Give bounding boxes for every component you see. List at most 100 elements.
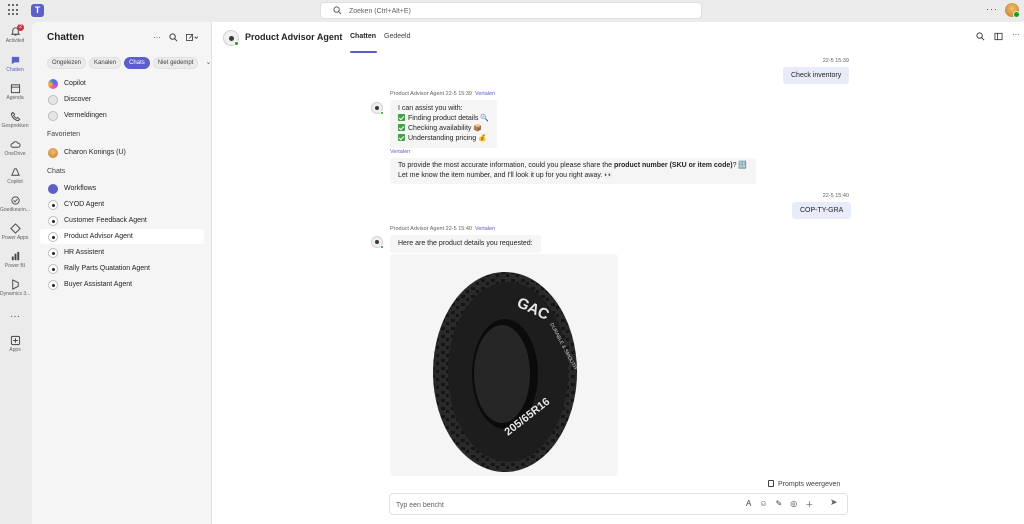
rail-approvals[interactable]: Goedkeurin... [0,195,30,221]
pop-out-icon[interactable] [994,32,1003,41]
search-icon[interactable] [976,32,985,41]
sidebar-item-rally-parts[interactable]: Rally Parts Quatation Agent [40,261,204,276]
sidebar-item-copilot[interactable]: Copilot [40,76,204,91]
sidebar-item-mentions[interactable]: Vermeldingen [40,108,204,123]
sidebar-item-product-advisor[interactable]: Product Advisor Agent [40,229,204,244]
presence-indicator [380,111,384,115]
pane-title: Chatten [47,32,85,43]
send-button[interactable]: ➤ [830,497,838,508]
rail-calls[interactable]: Gesprekken [0,111,30,137]
rail-activity[interactable]: 2 Activiteit [0,24,30,52]
chats-header[interactable]: Chats [47,168,65,175]
composer-actions: A ☺ ✎ ◎ ＋ [746,499,813,510]
bot-icon [48,231,58,242]
bot-icon [48,263,58,274]
sidebar-item-label: CYOD Agent [64,201,105,208]
sidebar-item-label: Copilot [64,80,86,87]
more-options-icon[interactable]: ··· [1012,30,1020,41]
show-prompts-button[interactable]: Prompts weergeven [768,480,840,488]
sidebar-item-cyod[interactable]: CYOD Agent [40,197,204,212]
user-avatar[interactable] [1005,3,1020,18]
message-input[interactable] [396,499,696,511]
translate-link[interactable]: Vertalen [475,226,495,232]
search-box[interactable] [320,2,702,19]
rail-power-apps[interactable]: Power Apps [0,223,30,249]
rail-chat[interactable]: Chatten [0,55,30,81]
checkmark-icon [398,114,405,121]
power-bi-icon [11,251,19,261]
checkmark-icon [398,134,405,141]
show-prompts-label: Prompts weergeven [778,481,841,488]
add-apps-icon [10,335,20,346]
rail-copilot[interactable]: Copilot [0,167,30,193]
tab-chat[interactable]: Chatten [350,33,376,40]
app-launcher-icon[interactable] [8,4,20,16]
filter-channels[interactable]: Kanalen [89,57,122,69]
pane-actions: ··· [153,33,198,42]
bot-icon [48,247,58,258]
sidebar-item-customer-feedback[interactable]: Customer Feedback Agent [40,213,204,228]
rail-label: Power BI [4,263,26,269]
copilot-icon[interactable]: ✎ [776,499,783,510]
rail-calendar[interactable]: Agenda [0,83,30,109]
search-input[interactable] [349,5,649,17]
emoji-icon[interactable]: ☺ [759,499,767,510]
rail-onedrive[interactable]: OneDrive [0,139,30,165]
loop-icon[interactable]: ◎ [790,499,797,510]
search-icon[interactable] [169,33,178,42]
received-message[interactable]: Here are the product details you request… [390,235,541,253]
chat-pane: Product Advisor Agent Chatten Gedeeld ··… [212,22,1024,524]
message-timestamp: 22-5 15:40 [445,226,472,232]
presence-indicator [380,245,384,249]
rail-label: Gesprekken [1,123,29,129]
search-icon [333,6,342,15]
rail-apps[interactable]: Apps [0,335,30,361]
sent-message[interactable]: COP-TY-GRA [792,202,852,219]
mention-icon [48,110,58,121]
rail-label: Activiteit [5,38,25,44]
rail-dynamics[interactable]: Dynamics 3... [0,279,30,305]
format-icon[interactable]: A [746,499,751,510]
translate-link[interactable]: Vertalen [390,149,410,155]
settings-more-button[interactable]: ··· [986,4,998,14]
sent-message[interactable]: Check inventory [783,67,850,84]
sidebar-item-label: Workflows [64,185,97,192]
sidebar-item-label: Vermeldingen [64,112,107,119]
received-message[interactable]: To provide the most accurate information… [390,158,756,184]
calendar-icon [10,84,20,94]
message-timestamp: 22-5 15:39 [445,91,472,97]
rail-label: Chatten [6,67,24,73]
filter-chats[interactable]: Chats [124,57,150,69]
checkmark-icon [398,124,405,131]
message-composer[interactable]: A ☺ ✎ ◎ ＋ [389,493,848,515]
filter-unmuted[interactable]: Niet gedempt [152,57,199,69]
rail-power-bi[interactable]: Power BI [0,251,30,277]
sidebar-item-buyer-assistant[interactable]: Buyer Assistant Agent [40,277,204,292]
sidebar-item-charon[interactable]: Charon Konings (U) [40,145,204,160]
more-options-icon[interactable]: ··· [153,33,161,42]
workflows-icon [48,183,58,194]
tire-image: GAC DURABLE & SMOOTH 205/65R16 [433,272,578,472]
message-text: I can assist you with: [398,105,463,112]
discover-icon [48,94,58,105]
received-message[interactable]: I can assist you with: Finding product d… [390,100,498,148]
approvals-icon [10,196,20,205]
sidebar-item-discover[interactable]: Discover [40,92,204,107]
new-chat-icon[interactable] [186,33,198,42]
sidebar-item-label: Buyer Assistant Agent [64,281,133,288]
rail-more-apps[interactable]: ··· [0,310,30,336]
more-icon: ··· [10,311,20,322]
sender-name: Product Advisor Agent [390,91,445,97]
sidebar-item-hr-assistant[interactable]: HR Assistent [40,245,204,260]
tab-shared[interactable]: Gedeeld [384,33,410,40]
product-image-card[interactable]: GAC DURABLE & SMOOTH 205/65R16 [390,254,618,476]
translate-link[interactable]: Vertalen [475,91,495,97]
chat-icon [11,56,19,65]
rail-label: Dynamics 3... [0,291,30,297]
add-icon[interactable]: ＋ [805,499,813,510]
sidebar-item-workflows[interactable]: Workflows [40,181,204,196]
favorites-header[interactable]: Favorieten [47,131,80,138]
presence-indicator [234,41,239,46]
chat-title: Product Advisor Agent [245,32,343,42]
filter-unread[interactable]: Ongelezen [47,57,87,69]
